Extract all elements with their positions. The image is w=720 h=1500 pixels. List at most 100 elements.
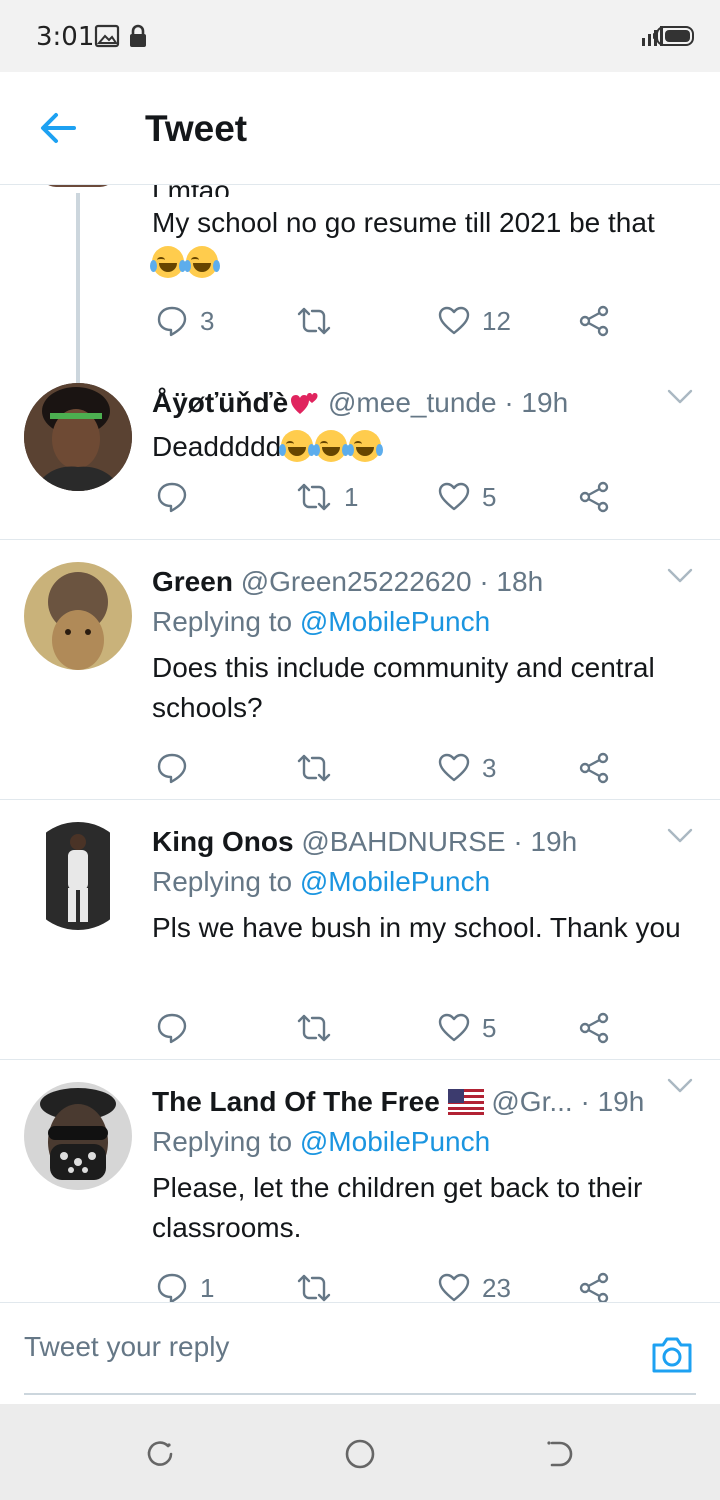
- tweet-meta: King Onos @BAHDNURSE · 19h: [152, 826, 577, 858]
- heart-icon: [438, 482, 470, 511]
- reply-icon: [157, 1273, 187, 1302]
- display-name: Åÿøťüňďè: [152, 387, 289, 418]
- share-button[interactable]: [578, 1008, 610, 1048]
- retweet-icon: [297, 1274, 331, 1302]
- timestamp: · 18h: [479, 566, 544, 597]
- image-icon: [94, 24, 120, 48]
- handle[interactable]: @Gr...: [491, 1086, 572, 1117]
- share-button[interactable]: [578, 301, 610, 341]
- share-icon: [579, 1012, 609, 1044]
- reply-button[interactable]: 3: [156, 301, 214, 341]
- status-time: 3:01: [36, 22, 95, 52]
- share-icon: [579, 481, 609, 513]
- laughing-emoji-icon: [150, 246, 186, 278]
- replying-to-link[interactable]: @MobilePunch: [300, 606, 490, 637]
- retweet-button[interactable]: [296, 301, 344, 341]
- display-name: The Land Of The Free: [152, 1086, 440, 1117]
- app-header: Tweet: [0, 72, 720, 185]
- reply-button[interactable]: 1: [156, 1268, 214, 1302]
- laughing-emoji-icon: [184, 246, 220, 278]
- like-count: 5: [482, 481, 497, 512]
- replying-to-label: Replying to: [152, 606, 293, 637]
- tweet-text-content: My school no go resume till 2021 be that: [152, 207, 655, 238]
- replying-to-label: Replying to: [152, 1126, 293, 1157]
- avatar-image: [24, 562, 132, 670]
- tweet-text: Pls we have bush in my school. Thank you: [152, 912, 681, 943]
- chevron-down-icon[interactable]: [666, 1076, 694, 1096]
- laughing-emoji-icon: [279, 430, 316, 462]
- reply-feed[interactable]: Lmfao..... My school no go resume till 2…: [0, 185, 720, 1302]
- reply-icon: [157, 1013, 187, 1044]
- avatar-image: [24, 822, 132, 930]
- reply-count: 3: [200, 305, 215, 336]
- retweet-button[interactable]: 1: [296, 477, 358, 517]
- heart-icon: [438, 306, 470, 335]
- heart-icon: [438, 753, 470, 782]
- reply-button[interactable]: [156, 477, 200, 517]
- display-name: King Onos: [152, 826, 294, 857]
- arrow-left-icon[interactable]: [38, 110, 78, 146]
- avatar-image: [24, 383, 132, 491]
- tweet[interactable]: King Onos @BAHDNURSE · 19h Replying to @…: [0, 800, 720, 1059]
- tweet-text: Please, let the children get back to the…: [152, 1172, 643, 1243]
- tweet-actions: 1 23: [152, 1268, 632, 1302]
- tweet-text-partial: Lmfao.....: [152, 185, 702, 197]
- handle[interactable]: @BAHDNURSE: [301, 826, 505, 857]
- like-button[interactable]: 23: [438, 1268, 511, 1302]
- tweet[interactable]: The Land Of The Free @Gr... · 19h Replyi…: [0, 1060, 720, 1302]
- share-icon: [579, 305, 609, 337]
- chevron-down-icon[interactable]: [666, 566, 694, 586]
- tweet-text: Deaddddd: [152, 427, 702, 467]
- like-button[interactable]: 12: [438, 301, 511, 341]
- retweet-button[interactable]: [296, 1008, 344, 1048]
- lock-icon: [130, 24, 146, 47]
- retweet-icon: [297, 307, 331, 335]
- chevron-down-icon[interactable]: [666, 826, 694, 846]
- avatar[interactable]: [24, 1082, 132, 1190]
- share-button[interactable]: [578, 748, 610, 788]
- handle[interactable]: @Green25222620: [241, 566, 472, 597]
- display-name: Green: [152, 566, 233, 597]
- recents-icon[interactable]: [144, 1438, 176, 1470]
- camera-icon[interactable]: [650, 1335, 694, 1375]
- avatar[interactable]: [40, 185, 116, 187]
- replying-to: Replying to @MobilePunch: [152, 606, 490, 638]
- share-icon: [579, 1272, 609, 1302]
- share-button[interactable]: [578, 477, 610, 517]
- retweet-icon: [297, 1014, 331, 1042]
- retweet-button[interactable]: [296, 748, 344, 788]
- battery-icon: [653, 26, 694, 46]
- share-icon: [579, 752, 609, 784]
- tweet[interactable]: Green @Green25222620 · 18h Replying to @…: [0, 540, 720, 799]
- retweet-icon: [297, 483, 331, 511]
- reply-input[interactable]: Tweet your reply: [24, 1331, 229, 1363]
- replying-to-link[interactable]: @MobilePunch: [300, 1126, 490, 1157]
- system-nav-bar: [0, 1404, 720, 1500]
- reply-icon: [157, 753, 187, 784]
- avatar[interactable]: [24, 562, 132, 670]
- chevron-down-icon[interactable]: [666, 387, 694, 407]
- heart-icon: [438, 1273, 470, 1302]
- like-button[interactable]: 5: [438, 1008, 496, 1048]
- back-icon[interactable]: [544, 1438, 576, 1470]
- reply-button[interactable]: [156, 1008, 200, 1048]
- like-count: 5: [482, 1012, 497, 1043]
- retweet-button[interactable]: [296, 1268, 344, 1302]
- tweet-meta: Green @Green25222620 · 18h: [152, 566, 543, 598]
- home-icon[interactable]: [344, 1438, 376, 1470]
- retweet-icon: [297, 754, 331, 782]
- tweet[interactable]: Åÿøťüňďè @mee_tunde · 19h Deaddddd 1 5: [0, 375, 720, 539]
- reply-count: 1: [200, 1272, 215, 1303]
- page-title: Tweet: [145, 108, 248, 149]
- thread-line: [76, 193, 80, 383]
- like-button[interactable]: 5: [438, 477, 496, 517]
- handle[interactable]: @mee_tunde: [328, 387, 497, 418]
- share-button[interactable]: [578, 1268, 610, 1302]
- avatar[interactable]: [24, 383, 132, 491]
- reply-button[interactable]: [156, 748, 200, 788]
- avatar[interactable]: [24, 822, 132, 930]
- replying-to-label: Replying to: [152, 866, 293, 897]
- replying-to-link[interactable]: @MobilePunch: [300, 866, 490, 897]
- like-button[interactable]: 3: [438, 748, 496, 788]
- laughing-emoji-icon: [313, 430, 350, 462]
